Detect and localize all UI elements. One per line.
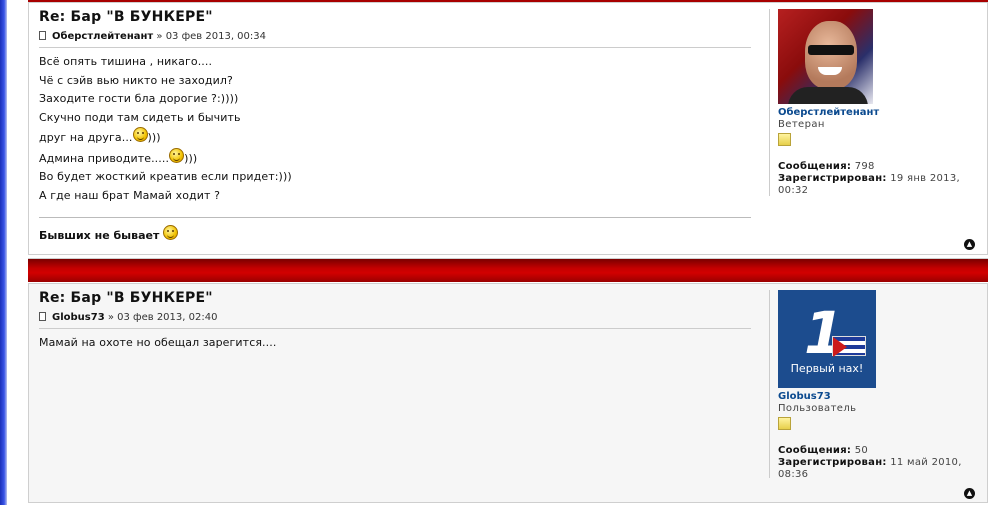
post-meta: Оберстлейтенант » 03 фев 2013, 00:34	[39, 30, 751, 48]
arrow-up-icon[interactable]: ▲	[964, 239, 975, 250]
avatar-flag	[832, 336, 866, 357]
post-body: Re: Бар "В БУНКЕРЕ" Оберстлейтенант » 03…	[39, 8, 751, 205]
post-2: Re: Бар "В БУНКЕРЕ" Globus73 » 03 фев 20…	[28, 283, 988, 503]
avatar-head	[805, 21, 857, 89]
profile-rank: Пользователь	[778, 403, 857, 414]
smiley-icon	[163, 225, 179, 240]
profile-registered: Зарегистрирован: 11 май 2010, 08:36	[778, 457, 979, 481]
post-signature: Бывших не бывает	[39, 217, 751, 242]
content-line: Админа приводите.....)))	[39, 147, 751, 169]
content-line: Всё опять тишина , никаго....	[39, 55, 213, 68]
profile-username[interactable]: Globus73	[778, 391, 979, 402]
post-author[interactable]: Оберстлейтенант	[52, 31, 153, 42]
window-left-edge	[0, 0, 7, 505]
avatar-caption: Первый нах!	[790, 362, 864, 375]
avatar[interactable]: 1 Первый нах!	[778, 290, 876, 388]
profile-rank: Ветеран	[778, 119, 825, 130]
profile-stats: Сообщения: 798 Зарегистрирован: 19 янв 2…	[778, 161, 979, 197]
rank-icon	[778, 417, 791, 430]
avatar-glasses	[808, 45, 854, 55]
profile-posts: Сообщения: 798	[778, 161, 979, 173]
post-content: Мамай на охоте но обещал зарегится....	[39, 334, 751, 353]
content-line: Чё с сэйв вью никто не заходил?	[39, 73, 233, 87]
avatar-shirt	[788, 87, 868, 104]
post-meta: Globus73 » 03 фев 2013, 02:40	[39, 311, 751, 329]
smiley-icon	[132, 127, 148, 142]
rank-icon	[778, 133, 791, 146]
content-text: )))	[184, 151, 198, 165]
content-line: друг на друга...)))	[39, 127, 751, 148]
profile-posts: Сообщения: 50	[778, 445, 979, 457]
content-line: Во будет жосткий креатив если придет:)))	[39, 170, 292, 183]
post-content: Всё опять тишина , никаго.... Чё с сэйв …	[39, 53, 751, 205]
post-title[interactable]: Re: Бар "В БУНКЕРЕ"	[39, 289, 751, 307]
posts-label: Сообщения:	[778, 445, 852, 456]
document-icon[interactable]	[39, 312, 46, 321]
post-date: » 03 фев 2013, 00:34	[156, 31, 266, 42]
avatar[interactable]	[778, 9, 873, 104]
content-text: друг на друга...	[39, 131, 133, 144]
arrow-up-icon[interactable]: ▲	[964, 488, 975, 499]
signature-text: Бывших не бывает	[39, 229, 160, 242]
post-profile: 1 Первый нах! Globus73 Пользователь Сооб…	[769, 290, 979, 481]
content-text: Админа приводите.....	[39, 151, 170, 165]
registered-label: Зарегистрирован:	[778, 173, 887, 184]
post-author[interactable]: Globus73	[52, 312, 105, 323]
content-line: А где наш брат Мамай ходит ?	[39, 188, 221, 202]
content-line: Мамай на охоте но обещал зарегится....	[39, 336, 277, 349]
smiley-icon	[169, 147, 185, 163]
post-date: » 03 фев 2013, 02:40	[107, 312, 218, 323]
post-body: Re: Бар "В БУНКЕРЕ" Globus73 » 03 фев 20…	[39, 289, 751, 353]
profile-registered: Зарегистрирован: 19 янв 2013, 00:32	[778, 173, 979, 197]
posts-value: 50	[854, 445, 869, 456]
post-profile: Оберстлейтенант Ветеран Сообщения: 798 З…	[769, 9, 979, 196]
document-icon[interactable]	[39, 31, 46, 40]
posts-value: 798	[854, 161, 875, 172]
profile-stats: Сообщения: 50 Зарегистрирован: 11 май 20…	[778, 445, 979, 481]
posts-label: Сообщения:	[778, 161, 852, 172]
content-line: Заходите гости бла дорогие ?:))))	[39, 92, 239, 105]
post-title[interactable]: Re: Бар "В БУНКЕРЕ"	[39, 8, 751, 26]
post-separator	[28, 258, 988, 282]
content-line: Скучно поди там сидеть и бычить	[39, 110, 241, 124]
profile-username[interactable]: Оберстлейтенант	[778, 107, 979, 118]
content-text: )))	[147, 131, 161, 144]
registered-label: Зарегистрирован:	[778, 457, 887, 468]
post-1: Re: Бар "В БУНКЕРЕ" Оберстлейтенант » 03…	[28, 2, 988, 255]
